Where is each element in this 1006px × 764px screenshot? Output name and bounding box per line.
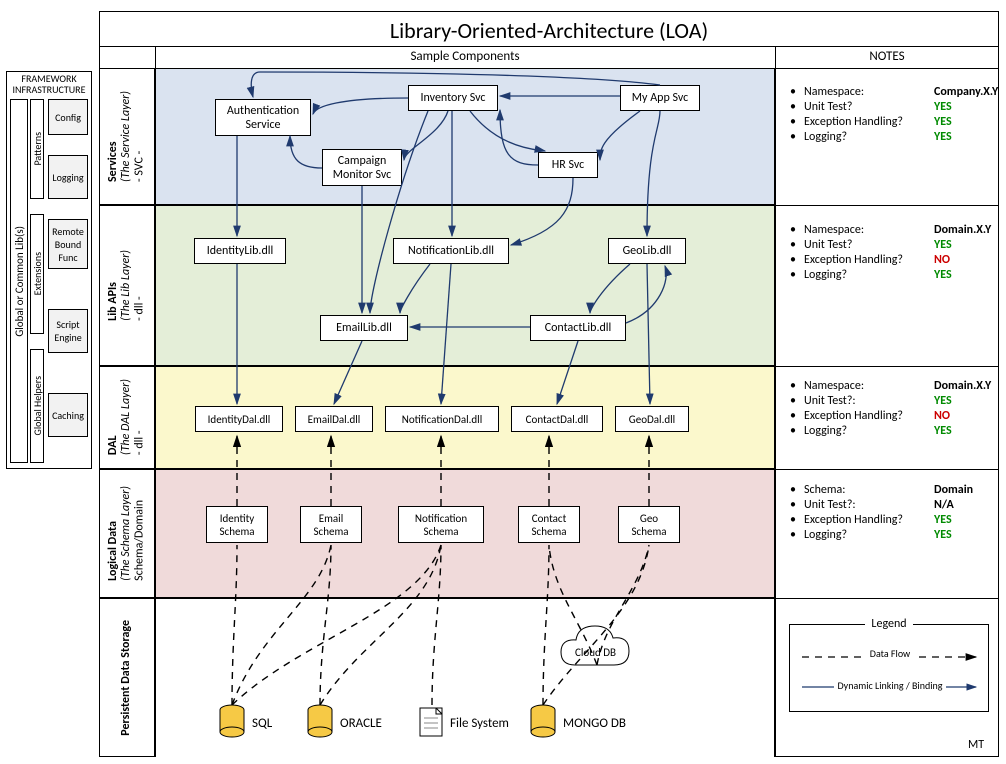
rowlabel-storage: Persistent Data Storage: [99, 598, 155, 757]
notes-services: •Namespace:Company.X.Y•Unit Test?YES•Exc…: [790, 84, 998, 145]
schema-notif: Notification Schema: [398, 506, 484, 543]
footer-mt: MT: [968, 738, 984, 752]
schema-email: Email Schema: [300, 506, 362, 543]
storage-oracle: ORACLE: [340, 716, 382, 731]
dal-email: EmailDal.dll: [295, 406, 373, 432]
lib-identity: IdentityLib.dll: [194, 238, 286, 264]
rowlabel-dal: DAL(The DAL Layer)- dll -: [99, 366, 155, 469]
dal-contact: ContactDal.dll: [511, 406, 603, 432]
schema-geo: Geo Schema: [618, 506, 680, 543]
legend-flow: Data Flow: [790, 647, 990, 660]
framework-item-remote: Remote Bound Func: [48, 219, 88, 269]
legend-bind: Dynamic Linking / Binding: [790, 679, 990, 692]
rowlabel-services: Services(The Service Layer)- SVC -: [99, 68, 155, 205]
rowlabel-schema: Logical Data(The Schema Layer)Schema/Dom…: [99, 469, 155, 598]
header-components: Sample Components: [155, 49, 775, 64]
rowlabel-lib: Lib APIs(The Lib Layer)- dll -: [99, 205, 155, 366]
framework-group-extensions: Extensions: [30, 214, 44, 334]
svc-inventory: Inventory Svc: [408, 85, 498, 111]
lib-email: EmailLib.dll: [320, 315, 408, 341]
dal-notif: NotificationDal.dll: [385, 406, 499, 432]
framework-global-libs: Global or Common Lib(s): [10, 99, 28, 463]
svc-campaign: Campaign Monitor Svc: [322, 149, 402, 186]
layer-storage: [155, 598, 775, 757]
storage-cloud: Cloud DB: [575, 646, 616, 659]
layer-lib: [155, 205, 775, 366]
storage-mongo: MONGO DB: [563, 716, 626, 731]
framework-group-helpers: Global Helpers: [30, 349, 44, 463]
svc-myapp: My App Svc: [620, 85, 700, 111]
lib-geo: GeoLib.dll: [608, 238, 686, 264]
framework-group-patterns: Patterns: [30, 99, 44, 199]
header-notes: NOTES: [775, 49, 999, 64]
storage-sql: SQL: [252, 716, 272, 731]
lib-contact: ContactLib.dll: [530, 315, 626, 341]
framework-item-logging: Logging: [48, 155, 88, 199]
svc-auth: Authentication Service: [215, 99, 311, 136]
legend: Legend Data Flow Dynamic Linking / Bindi…: [789, 624, 989, 712]
dal-geo: GeoDal.dll: [615, 406, 689, 432]
notes-dal: •Namespace:Domain.X.Y•Unit Test?:YES•Exc…: [790, 378, 991, 439]
framework-item-script: Script Engine: [48, 309, 88, 353]
framework-item-caching: Caching: [48, 393, 88, 437]
notes-schema: •Schema:Domain•Unit Test?:N/A•Exception …: [790, 482, 973, 543]
schema-identity: Identity Schema: [206, 506, 268, 543]
page-title: Library-Oriented-Architecture (LOA): [99, 17, 999, 44]
lib-notif: NotificationLib.dll: [393, 238, 509, 264]
dal-identity: IdentityDal.dll: [195, 406, 283, 432]
schema-contact: Contact Schema: [518, 506, 580, 543]
storage-fs: File System: [450, 716, 509, 731]
framework-title: FRAMEWORK INFRASTRUCTURE: [6, 73, 92, 95]
svc-hr: HR Svc: [538, 152, 598, 178]
framework-item-config: Config: [48, 99, 88, 135]
notes-lib: •Namespace:Domain.X.Y•Unit Test?YES•Exce…: [790, 222, 991, 283]
